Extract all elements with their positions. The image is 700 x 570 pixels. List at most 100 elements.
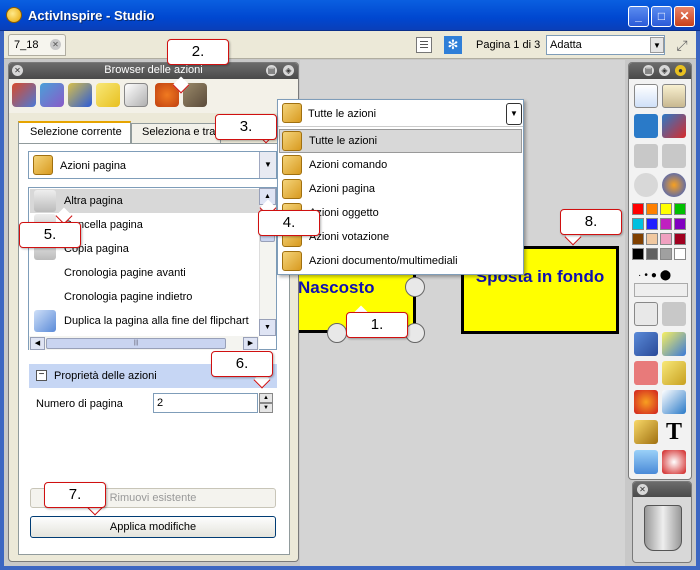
list-item-label: Altra pagina <box>64 195 123 207</box>
notes-browser-icon[interactable] <box>96 83 120 107</box>
action-icon <box>282 179 302 199</box>
media-icon[interactable] <box>634 420 658 444</box>
select-icon[interactable] <box>634 302 658 326</box>
page-browser-icon[interactable] <box>12 83 36 107</box>
resize-handle[interactable] <box>405 277 425 297</box>
page-counter: Pagina 1 di 3 <box>476 39 541 51</box>
action-properties-title: Proprietà delle azioni <box>54 370 157 382</box>
width-slider[interactable] <box>634 283 688 297</box>
tools-icon[interactable] <box>662 302 686 326</box>
close-tab-icon[interactable]: ✕ <box>50 39 61 50</box>
hidden-object-label: Nascosto <box>298 278 375 297</box>
action-category-value: Azioni pagina <box>60 160 127 172</box>
color-swatch[interactable] <box>632 248 644 260</box>
maximize-button[interactable]: □ <box>651 6 672 27</box>
rotate-handle[interactable] <box>405 323 425 343</box>
scroll-left-button[interactable]: ◀ <box>30 337 45 350</box>
pen-mode-icon[interactable] <box>634 114 658 138</box>
list-item-label: Cronologia pagine indietro <box>64 291 193 303</box>
page-view-icon[interactable] <box>416 37 432 53</box>
color-swatch[interactable] <box>674 203 686 215</box>
chevron-down-icon[interactable]: ▼ <box>506 103 522 125</box>
spin-down-button[interactable]: ▼ <box>259 403 273 413</box>
color-swatch[interactable] <box>660 218 672 230</box>
panel-title: Browser delle azioni <box>104 64 203 76</box>
pen-icon[interactable] <box>634 332 658 356</box>
callout-5: 5. <box>19 222 81 248</box>
resize-handle[interactable] <box>327 323 347 343</box>
dropdown-option-label: Tutte le azioni <box>309 135 378 147</box>
panel-menu-icon[interactable]: ▤ <box>266 65 277 76</box>
color-swatch[interactable] <box>646 248 658 260</box>
previous-page-icon[interactable] <box>634 144 658 168</box>
chevron-down-icon[interactable]: ▼ <box>650 37 664 53</box>
action-icon <box>282 131 302 151</box>
play-icon[interactable] <box>634 173 658 197</box>
color-swatch[interactable] <box>660 233 672 245</box>
spotlight-icon[interactable] <box>634 450 658 474</box>
pin-icon[interactable]: ● <box>675 65 686 76</box>
text-icon[interactable]: T <box>662 420 686 444</box>
dropdown-option-label: Azioni votazione <box>309 231 390 243</box>
chevron-down-icon[interactable]: ▼ <box>259 152 276 178</box>
callout-4: 4. <box>258 210 320 236</box>
next-page-icon[interactable] <box>662 144 686 168</box>
callout-1: 1. <box>346 312 408 338</box>
eraser-icon[interactable] <box>634 361 658 385</box>
color-swatch[interactable] <box>660 203 672 215</box>
callout-7: 7. <box>44 482 106 508</box>
trash-icon[interactable] <box>644 505 682 551</box>
color-swatch[interactable] <box>660 248 672 260</box>
page-number-field[interactable] <box>153 393 258 413</box>
toolbox-settings-icon[interactable]: ◈ <box>659 65 670 76</box>
color-swatch[interactable] <box>632 233 644 245</box>
clear-icon[interactable] <box>662 114 686 138</box>
pin-icon[interactable]: ◈ <box>283 65 294 76</box>
scroll-down-button[interactable]: ▼ <box>259 319 276 336</box>
action-category-icon <box>33 155 53 175</box>
reset-icon[interactable] <box>662 173 686 197</box>
minimize-button[interactable]: _ <box>628 6 649 27</box>
color-swatch[interactable] <box>674 218 686 230</box>
close-icon[interactable]: ✕ <box>12 65 23 76</box>
callout-6: 6. <box>211 351 273 377</box>
tab-current-selection-label: Selezione corrente <box>30 126 122 138</box>
object-browser-icon[interactable] <box>68 83 92 107</box>
color-swatch[interactable] <box>674 248 686 260</box>
highlighter-icon[interactable] <box>662 332 686 356</box>
pen-width-icon[interactable]: ·•●⬤ <box>638 270 674 281</box>
fullscreen-icon[interactable]: ⤢ <box>673 36 691 54</box>
list-item-label: Cronologia pagine avanti <box>64 267 186 279</box>
close-icon[interactable]: ✕ <box>637 484 648 495</box>
profile-icon[interactable] <box>662 84 686 108</box>
fill-icon[interactable] <box>662 361 686 385</box>
scroll-right-button[interactable]: ▶ <box>243 337 258 350</box>
color-swatch[interactable] <box>646 233 658 245</box>
collapse-icon[interactable]: − <box>36 370 47 381</box>
scroll-thumb[interactable]: ||| <box>46 338 226 349</box>
color-swatch[interactable] <box>646 203 658 215</box>
refresh-icon[interactable] <box>662 450 686 474</box>
app-icon <box>6 7 22 23</box>
color-swatch[interactable] <box>632 218 644 230</box>
toolbox-menu-icon[interactable]: ▤ <box>643 65 654 76</box>
shape-icon[interactable] <box>634 390 658 414</box>
dropdown-field-value: Tutte le azioni <box>308 108 377 120</box>
color-swatch[interactable] <box>646 218 658 230</box>
spin-up-button[interactable]: ▲ <box>259 393 273 403</box>
dropdown-option-label: Azioni documento/multimediali <box>309 255 458 267</box>
list-item-label: Duplica la pagina alla fine del flipchar… <box>64 315 249 327</box>
callout-2: 2. <box>167 39 229 65</box>
app-title: ActivInspire - Studio <box>28 8 155 23</box>
connector-icon[interactable] <box>662 390 686 414</box>
dropdown-option-label: Azioni comando <box>309 159 388 171</box>
close-button[interactable]: ✕ <box>674 6 695 27</box>
main-menu-icon[interactable] <box>634 84 658 108</box>
snowflake-icon[interactable]: ✻ <box>444 36 462 54</box>
action-category-icon <box>282 103 302 123</box>
resource-browser-icon[interactable] <box>40 83 64 107</box>
color-swatch[interactable] <box>632 203 644 215</box>
property-browser-icon[interactable] <box>124 83 148 107</box>
document-tab-label: 7_18 <box>14 39 39 51</box>
color-swatch[interactable] <box>674 233 686 245</box>
